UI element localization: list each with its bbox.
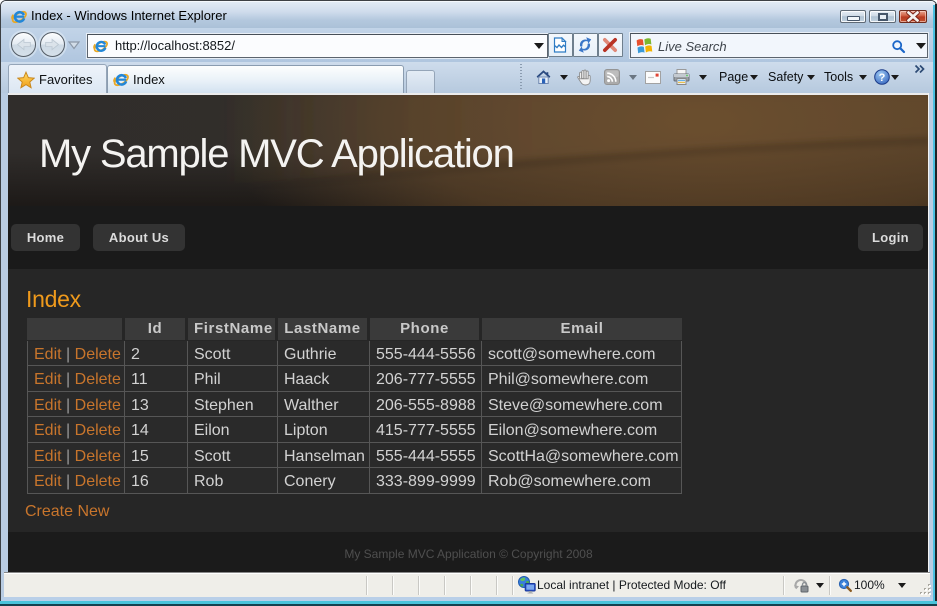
svg-text:?: ? — [879, 72, 886, 84]
